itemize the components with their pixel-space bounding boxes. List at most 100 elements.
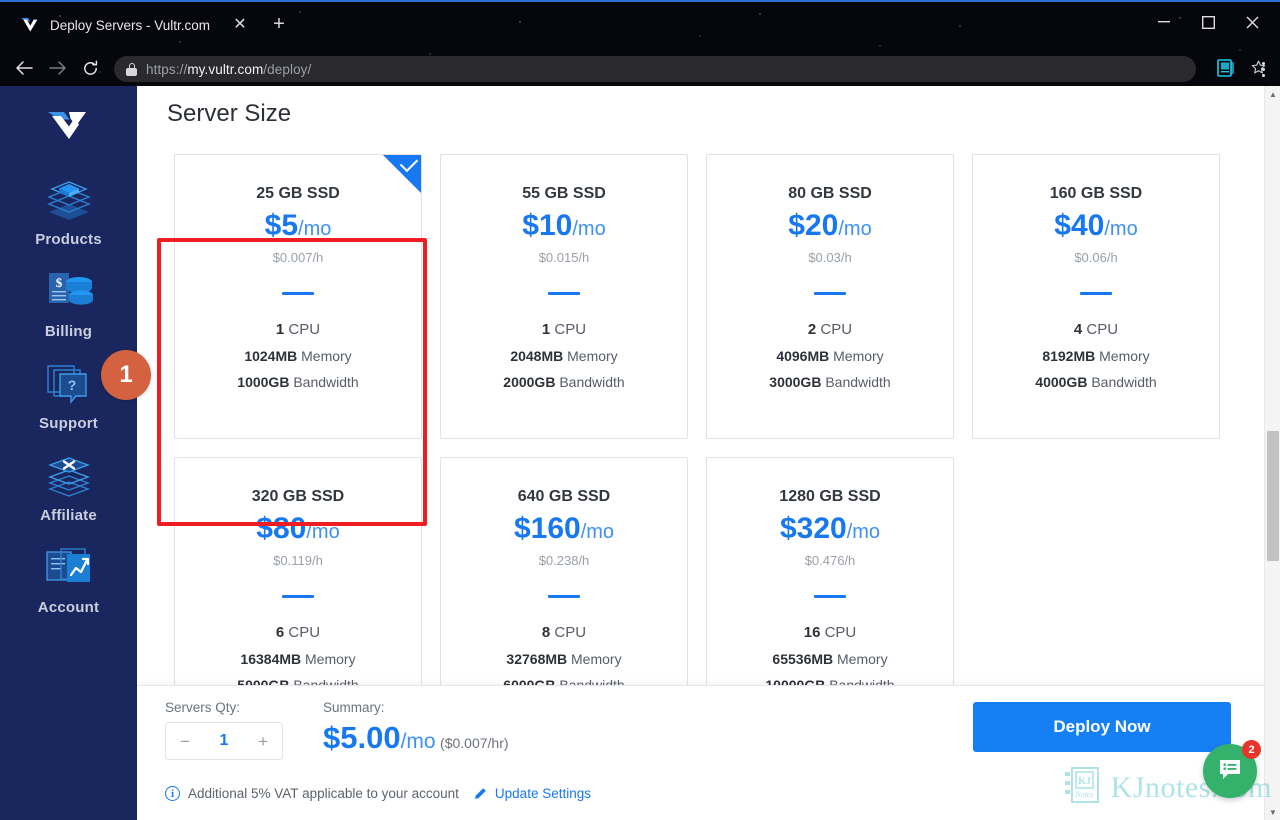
quantity-value: 1 [219, 732, 229, 749]
divider [548, 291, 580, 295]
plan-bandwidth-label: Bandwidth [293, 373, 359, 390]
plan-bandwidth: 1000GB Bandwidth [175, 374, 421, 390]
url-text: https://my.vultr.com/deploy/ [146, 62, 311, 77]
plan-cpu-label: CPU [1086, 320, 1119, 338]
plan-cpu-count: 1 [275, 320, 285, 338]
plan-price-value: $20 [788, 209, 839, 242]
browser-menu-icon[interactable] [1254, 58, 1272, 80]
extension-icon[interactable] [1216, 58, 1236, 78]
plan-grid: 25 GB SSD $5/mo $0.007/h 1 CPU 1024MB Me… [165, 154, 1230, 742]
plan-card-25gb[interactable]: 25 GB SSD $5/mo $0.007/h 1 CPU 1024MB Me… [174, 154, 422, 439]
scroll-up-arrow[interactable]: ▲ [1265, 86, 1280, 102]
divider [814, 291, 846, 295]
maximize-icon[interactable] [1186, 8, 1230, 36]
plan-cpu-count: 4 [1073, 320, 1083, 338]
sidebar-item-affiliate[interactable]: Affiliate [0, 450, 137, 524]
sidebar-label-affiliate: Affiliate [40, 507, 97, 524]
plan-memory-value: 32768MB [506, 650, 568, 667]
divider [282, 594, 314, 598]
forward-icon[interactable] [44, 54, 72, 82]
plan-cpu: 1 CPU [441, 321, 687, 338]
svg-text:?: ? [67, 377, 76, 393]
plan-cpu-label: CPU [288, 623, 321, 641]
plan-price: $160/mo [441, 512, 687, 547]
plan-cpu-label: CPU [554, 623, 587, 641]
page-viewport: Products $ Billing ? Support Affiliate A… [0, 86, 1280, 820]
browser-window: Deploy Servers - Vultr.com ✕ + https://m… [0, 0, 1280, 820]
plan-price: $320/mo [707, 512, 953, 547]
plan-price-period: /mo [580, 521, 615, 543]
plan-memory-label: Memory [301, 347, 352, 364]
billing-icon: $ [41, 266, 97, 316]
update-settings-link[interactable]: Update Settings [495, 786, 591, 801]
vultr-logo[interactable] [0, 94, 137, 156]
scroll-down-arrow[interactable]: ▼ [1265, 804, 1280, 820]
plan-row-1: 25 GB SSD $5/mo $0.007/h 1 CPU 1024MB Me… [165, 154, 1230, 439]
quantity-stepper[interactable]: − 1 + [165, 722, 283, 760]
plan-card-80gb[interactable]: 80 GB SSD $20/mo $0.03/h 2 CPU 4096MB Me… [706, 154, 954, 439]
window-close-icon[interactable] [1230, 8, 1274, 36]
products-icon [41, 174, 97, 224]
plan-cpu-label: CPU [288, 320, 321, 338]
svg-text:$: $ [55, 275, 62, 290]
info-icon: i [165, 786, 180, 801]
deploy-now-button[interactable]: Deploy Now [973, 702, 1231, 752]
sidebar-label-support: Support [39, 415, 98, 432]
plan-memory: 65536MB Memory [707, 651, 953, 667]
reload-icon[interactable] [76, 54, 104, 82]
plan-card-160gb[interactable]: 160 GB SSD $40/mo $0.06/h 4 CPU 8192MB M… [972, 154, 1220, 439]
plan-price-period: /mo [838, 218, 872, 240]
sidebar-item-account[interactable]: Account [0, 542, 137, 616]
plan-card-wrap: 160 GB SSD $40/mo $0.06/h 4 CPU 8192MB M… [963, 154, 1229, 439]
plan-memory-label: Memory [837, 650, 888, 667]
plan-cpu: 8 CPU [441, 624, 687, 641]
affiliate-icon [41, 450, 97, 500]
plan-price: $10/mo [441, 209, 687, 244]
plan-price-value: $160 [513, 512, 581, 545]
increment-button[interactable]: + [258, 733, 268, 750]
plan-card-wrap: 80 GB SSD $20/mo $0.03/h 2 CPU 4096MB Me… [697, 154, 963, 439]
address-bar[interactable]: https://my.vultr.com/deploy/ [114, 56, 1196, 82]
sidebar-label-billing: Billing [44, 323, 93, 340]
plan-price-value: $10 [522, 209, 573, 242]
plan-price-period: /mo [1104, 218, 1138, 240]
tab-strip: Deploy Servers - Vultr.com ✕ + [0, 4, 1280, 42]
vultr-favicon [20, 15, 40, 35]
plan-storage: 640 GB SSD [517, 488, 611, 505]
summary-hourly: ($0.007/hr) [440, 735, 509, 751]
summary-total: $5.00/mo ($0.007/hr) [323, 720, 509, 756]
plan-cpu-count: 16 [803, 623, 821, 641]
plan-cpu: 4 CPU [973, 321, 1219, 338]
pencil-icon [473, 787, 487, 801]
plan-card-55gb[interactable]: 55 GB SSD $10/mo $0.015/h 1 CPU 2048MB M… [440, 154, 688, 439]
sidebar-label-products: Products [35, 231, 102, 248]
lock-icon [126, 62, 137, 76]
plan-memory: 32768MB Memory [441, 651, 687, 667]
support-icon: ? [41, 358, 97, 408]
decrement-button[interactable]: − [180, 733, 190, 750]
plan-memory: 8192MB Memory [973, 348, 1219, 364]
minimize-icon[interactable] [1142, 8, 1186, 36]
plan-price-period: /mo [846, 521, 881, 543]
page-scrollbar[interactable]: ▲ ▼ [1264, 86, 1280, 820]
back-icon[interactable] [10, 54, 38, 82]
new-tab-icon[interactable]: + [268, 13, 290, 35]
summary-price: $5.00 [323, 720, 401, 755]
plan-bandwidth: 2000GB Bandwidth [441, 374, 687, 390]
scrollbar-thumb[interactable] [1267, 431, 1279, 561]
plan-price-value: $80 [256, 512, 307, 545]
plan-hourly: $0.03/h [808, 249, 852, 265]
plan-cpu: 16 CPU [707, 624, 953, 641]
browser-tab[interactable]: Deploy Servers - Vultr.com [14, 8, 216, 42]
plan-memory: 16384MB Memory [175, 651, 421, 667]
chat-widget-button[interactable]: 2 [1203, 740, 1261, 798]
sidebar-item-products[interactable]: Products [0, 174, 137, 248]
sidebar: Products $ Billing ? Support Affiliate A… [0, 86, 137, 820]
account-icon [41, 542, 97, 592]
plan-memory: 4096MB Memory [707, 348, 953, 364]
plan-bandwidth-value: 1000GB [237, 373, 290, 390]
plan-memory-value: 1024MB [244, 347, 298, 364]
sidebar-item-billing[interactable]: $ Billing [0, 266, 137, 340]
tab-close-icon[interactable]: ✕ [230, 15, 250, 35]
plan-bandwidth-value: 4000GB [1035, 373, 1088, 390]
